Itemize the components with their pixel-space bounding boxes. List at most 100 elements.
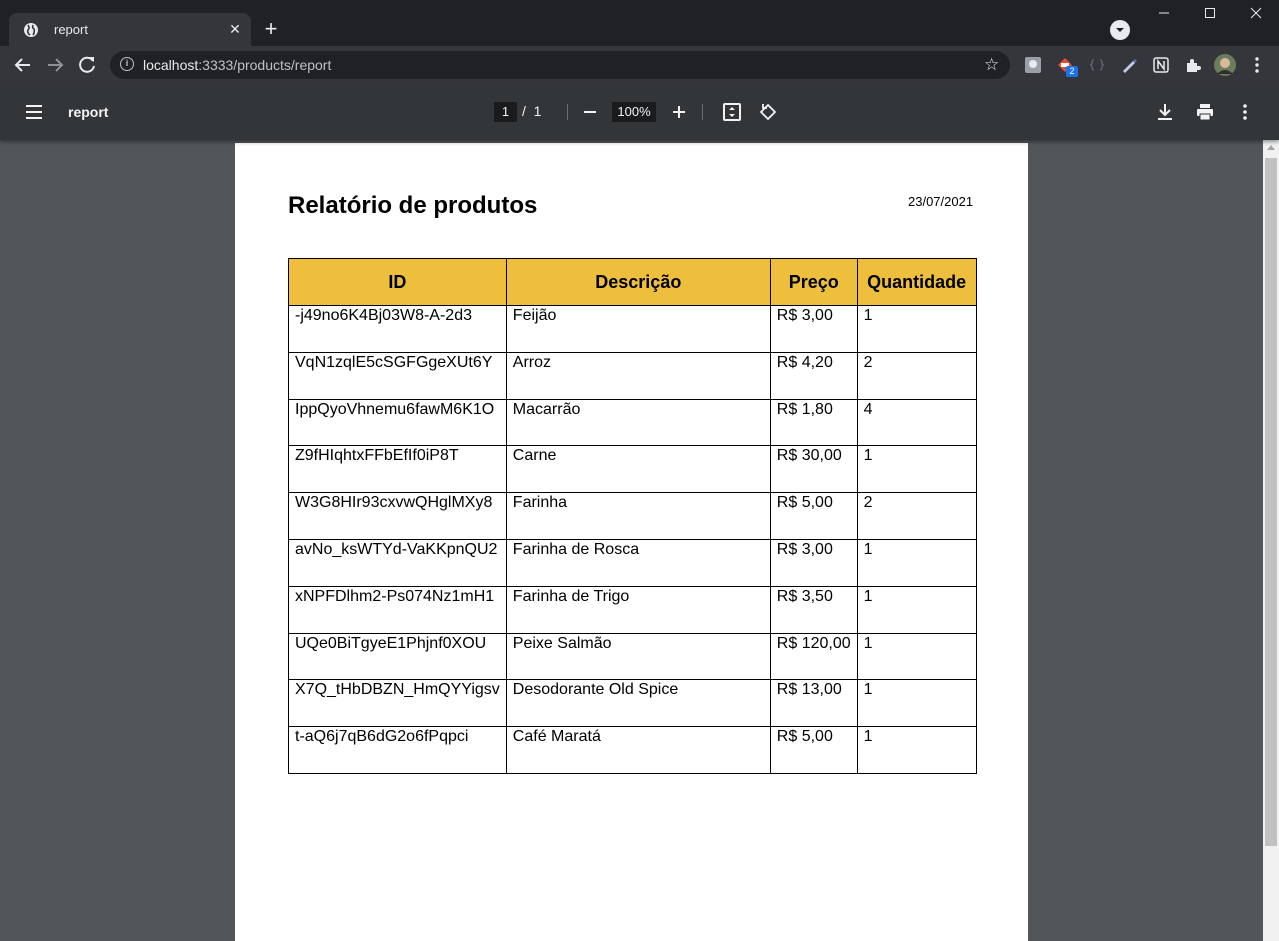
table-row: UQe0BiTgyeE1Phjnf0XOU Peixe Salmão R$ 12… <box>288 632 977 681</box>
table-row: W3G8HIr93cxvwQHglMXy8 Farinha R$ 5,00 2 <box>288 492 977 540</box>
maximize-button[interactable] <box>1187 6 1233 26</box>
table-header-row: ID Descrição Preço Quantidade <box>288 258 977 306</box>
cell-quantidade: 2 <box>856 351 977 400</box>
pdf-title: report <box>68 104 109 120</box>
cell-descricao: Farinha de Rosca <box>505 538 771 587</box>
zoom-in-icon[interactable] <box>669 102 689 122</box>
cell-preco: R$ 120,00 <box>769 632 858 681</box>
cell-id: X7Q_tHbDBZN_HmQYYigsv <box>288 679 507 728</box>
pdf-toolbar: report 1 / 1 100% <box>0 84 1279 140</box>
extension-badge-button[interactable]: 2 <box>1056 56 1078 77</box>
page-number-input[interactable]: 1 <box>494 102 517 122</box>
maximize-icon <box>1205 8 1215 18</box>
close-tab-icon[interactable]: ✕ <box>227 21 243 37</box>
minimize-icon <box>1159 12 1169 14</box>
extension-braces-icon[interactable] <box>1088 56 1106 74</box>
column-header-quantidade: Quantidade <box>856 258 977 306</box>
scroll-up-arrow-icon[interactable] <box>1267 145 1275 150</box>
puzzle-extensions-icon[interactable] <box>1184 56 1202 74</box>
table-row: IppQyoVhnemu6fawM6K1O Macarrão R$ 1,80 4 <box>288 398 977 447</box>
page-count: / 1 <box>522 103 541 119</box>
extension-gray-icon[interactable] <box>1024 56 1042 74</box>
cell-descricao: Farinha de Trigo <box>505 585 771 634</box>
cell-preco: R$ 1,80 <box>769 398 858 447</box>
cell-quantidade: 1 <box>856 445 977 494</box>
cell-preco: R$ 30,00 <box>769 445 858 494</box>
forward-arrow-icon[interactable] <box>44 54 66 76</box>
table-row: VqN1zqlE5cSGFGgeXUt6Y Arroz R$ 4,20 2 <box>288 351 977 400</box>
cell-descricao: Farinha <box>505 492 771 540</box>
extension-badge-count: 2 <box>1066 66 1078 77</box>
minimize-button[interactable] <box>1141 6 1187 26</box>
cell-descricao: Feijão <box>505 305 771 353</box>
table-row: Z9fHIqhtxFFbEfIf0iP8T Carne R$ 30,00 1 <box>288 445 977 494</box>
tab-title: report <box>54 22 88 37</box>
url-path: :3333/products/report <box>198 57 332 73</box>
toolbar-divider <box>567 104 568 120</box>
table-row: avNo_ksWTYd-VaKKpnQU2 Farinha de Rosca R… <box>288 538 977 587</box>
cell-id: -j49no6K4Bj03W8-A-2d3 <box>288 305 507 353</box>
cell-descricao: Macarrão <box>505 398 771 447</box>
print-icon[interactable] <box>1195 102 1215 122</box>
globe-icon <box>24 23 38 37</box>
browser-toolbar: i localhost:3333/products/report ☆ 2 <box>0 46 1279 84</box>
cell-preco: R$ 4,20 <box>769 351 858 400</box>
cell-quantidade: 1 <box>856 305 977 353</box>
scrollbar-thumb[interactable] <box>1265 158 1277 846</box>
cell-id: avNo_ksWTYd-VaKKpnQU2 <box>288 538 507 587</box>
column-header-id: ID <box>288 258 507 306</box>
table-row: X7Q_tHbDBZN_HmQYYigsv Desodorante Old Sp… <box>288 679 977 728</box>
close-window-button[interactable] <box>1233 6 1279 26</box>
fit-to-page-icon[interactable] <box>722 102 742 122</box>
column-header-descricao: Descrição <box>505 258 771 306</box>
cell-descricao: Peixe Salmão <box>505 632 771 681</box>
zoom-level-input[interactable]: 100% <box>612 102 656 122</box>
table-row: -j49no6K4Bj03W8-A-2d3 Feijão R$ 3,00 1 <box>288 305 977 353</box>
cell-preco: R$ 3,50 <box>769 585 858 634</box>
vertical-scrollbar[interactable] <box>1263 140 1279 941</box>
table-row: t-aQ6j7qB6dG2o6fPqpci Café Maratá R$ 5,0… <box>288 726 977 774</box>
pdf-page: Relatório de produtos 23/07/2021 ID Desc… <box>235 143 1028 941</box>
page-separator: / <box>522 103 526 119</box>
cell-quantidade: 1 <box>856 679 977 728</box>
close-icon <box>1250 7 1262 19</box>
cell-preco: R$ 3,00 <box>769 538 858 587</box>
cell-id: W3G8HIr93cxvwQHglMXy8 <box>288 492 507 540</box>
total-pages: 1 <box>533 103 542 119</box>
hamburger-menu-icon[interactable] <box>24 102 44 122</box>
site-info-icon[interactable]: i <box>120 57 134 71</box>
report-date: 23/07/2021 <box>908 194 974 209</box>
address-bar[interactable]: i localhost:3333/products/report ☆ <box>110 51 1010 79</box>
cell-quantidade: 4 <box>856 398 977 447</box>
avatar[interactable] <box>1214 54 1236 76</box>
cell-preco: R$ 13,00 <box>769 679 858 728</box>
new-tab-button[interactable]: + <box>259 18 283 42</box>
cell-descricao: Café Maratá <box>505 726 771 774</box>
table-row: xNPFDlhm2-Ps074Nz1mH1 Farinha de Trigo R… <box>288 585 977 634</box>
tab-report[interactable]: report ✕ <box>9 13 251 46</box>
reload-icon[interactable] <box>76 54 98 76</box>
back-arrow-icon[interactable] <box>12 54 34 76</box>
cell-descricao: Arroz <box>505 351 771 400</box>
tab-search-button[interactable] <box>1110 20 1130 40</box>
zoom-out-icon[interactable] <box>580 102 600 122</box>
notion-icon[interactable] <box>1152 56 1170 74</box>
cell-id: xNPFDlhm2-Ps074Nz1mH1 <box>288 585 507 634</box>
cell-quantidade: 1 <box>856 632 977 681</box>
column-header-preco: Preço <box>769 258 858 306</box>
download-icon[interactable] <box>1155 102 1175 122</box>
more-options-icon[interactable] <box>1235 102 1255 122</box>
url-text: localhost:3333/products/report <box>143 57 331 73</box>
tab-strip: report ✕ + <box>0 0 1279 46</box>
cell-preco: R$ 3,00 <box>769 305 858 353</box>
pdf-viewer-area: Relatório de produtos 23/07/2021 ID Desc… <box>0 140 1263 941</box>
cell-quantidade: 2 <box>856 492 977 540</box>
cell-descricao: Desodorante Old Spice <box>505 679 771 728</box>
extension-pen-icon[interactable] <box>1120 56 1138 74</box>
chevron-down-icon <box>1116 28 1124 32</box>
url-host: localhost <box>143 57 199 73</box>
chrome-menu-icon[interactable] <box>1250 56 1264 74</box>
bookmark-star-icon[interactable]: ☆ <box>984 55 999 75</box>
rotate-icon[interactable] <box>758 102 778 122</box>
cell-id: t-aQ6j7qB6dG2o6fPqpci <box>288 726 507 774</box>
